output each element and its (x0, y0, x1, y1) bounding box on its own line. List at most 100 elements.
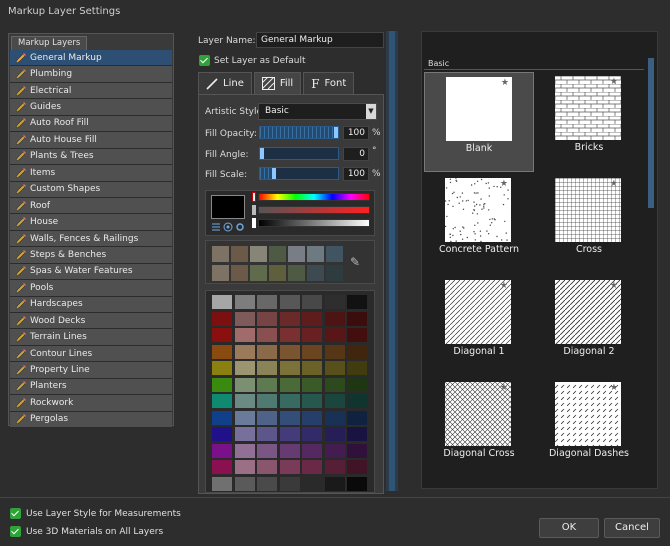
palette-color-swatch[interactable] (279, 328, 300, 342)
palette-color-swatch[interactable] (212, 410, 232, 425)
palette-color-swatch[interactable] (302, 394, 322, 408)
tab-font[interactable]: F Font (303, 72, 355, 94)
pattern-tile[interactable]: ★ Bricks (534, 72, 644, 172)
palette-color-swatch[interactable] (234, 344, 255, 359)
palette-color-swatch[interactable] (212, 311, 232, 326)
pattern-tile[interactable]: ★ Concrete Pattern (424, 174, 534, 274)
recent-color-swatch[interactable] (288, 246, 305, 262)
palette-color-swatch[interactable] (302, 361, 322, 375)
current-color-swatch[interactable] (211, 195, 245, 219)
layer-item[interactable]: Contour Lines (10, 345, 172, 363)
recent-color-swatch[interactable] (307, 246, 324, 262)
palette-color-swatch[interactable] (302, 344, 322, 359)
layer-item[interactable]: Planters (10, 378, 172, 396)
palette-color-swatch[interactable] (212, 328, 232, 342)
favorite-star-icon[interactable]: ★ (610, 281, 618, 291)
recent-color-swatch[interactable] (307, 265, 324, 281)
palette-color-swatch[interactable] (302, 311, 322, 326)
recent-color-swatch[interactable] (250, 246, 267, 262)
palette-color-swatch[interactable] (279, 377, 300, 392)
palette-color-swatch[interactable] (212, 443, 232, 458)
favorite-star-icon[interactable]: ★ (500, 281, 508, 291)
ok-button[interactable]: OK (539, 518, 599, 538)
pattern-tile[interactable]: ★ Diagonal Cross (424, 378, 534, 478)
tab-fill[interactable]: Fill (253, 72, 302, 94)
palette-color-swatch[interactable] (234, 427, 255, 441)
palette-color-swatch[interactable] (234, 311, 255, 326)
palette-color-swatch[interactable] (279, 361, 300, 375)
saturation-slider[interactable] (258, 206, 370, 214)
palette-color-swatch[interactable] (347, 344, 367, 359)
palette-color-swatch[interactable] (302, 377, 322, 392)
layer-item[interactable]: Hardscapes (10, 296, 172, 313)
brightness-handle[interactable] (252, 218, 256, 228)
recent-color-swatch[interactable] (231, 265, 248, 281)
layer-item[interactable]: House (10, 214, 172, 231)
palette-color-swatch[interactable] (257, 328, 277, 342)
palette-color-swatch[interactable] (234, 410, 255, 425)
palette-color-swatch[interactable] (324, 394, 345, 408)
palette-color-swatch[interactable] (212, 295, 232, 309)
set-default-checkbox[interactable] (199, 55, 210, 66)
layer-item[interactable]: Electrical (10, 82, 172, 100)
palette-color-swatch[interactable] (212, 394, 232, 408)
fill-angle-input[interactable]: 0 (343, 147, 369, 161)
palette-color-swatch[interactable] (324, 476, 345, 491)
palette-color-swatch[interactable] (234, 377, 255, 392)
recent-color-swatch[interactable] (326, 265, 343, 281)
palette-color-swatch[interactable] (212, 460, 232, 474)
palette-color-swatch[interactable] (302, 460, 322, 474)
layer-item[interactable]: Spas & Water Features (10, 263, 172, 281)
hue-slider[interactable] (258, 193, 370, 201)
recent-color-swatch[interactable] (326, 246, 343, 262)
layer-item[interactable]: Auto House Fill (10, 132, 172, 149)
palette-color-swatch[interactable] (324, 344, 345, 359)
palette-color-swatch[interactable] (302, 443, 322, 458)
palette-color-swatch[interactable] (257, 377, 277, 392)
pattern-tile[interactable]: ★ Diagonal 2 (534, 276, 644, 376)
fill-opacity-slider[interactable] (259, 126, 339, 139)
layer-item[interactable]: Pergolas (10, 411, 172, 429)
layer-item[interactable]: Wood Decks (10, 313, 172, 330)
palette-color-swatch[interactable] (279, 394, 300, 408)
layer-item[interactable]: Plumbing (10, 66, 172, 83)
favorite-star-icon[interactable]: ★ (610, 77, 618, 87)
favorite-star-icon[interactable]: ★ (610, 383, 618, 393)
palette-color-swatch[interactable] (279, 311, 300, 326)
fill-angle-slider[interactable] (259, 147, 339, 160)
recent-color-swatch[interactable] (231, 246, 248, 262)
palette-color-swatch[interactable] (279, 443, 300, 458)
fill-opacity-input[interactable]: 100 (343, 126, 369, 140)
recent-color-swatch[interactable] (288, 265, 305, 281)
palette-color-swatch[interactable] (302, 328, 322, 342)
use-layer-style-checkbox[interactable] (10, 508, 21, 519)
palette-color-swatch[interactable] (347, 328, 367, 342)
palette-color-swatch[interactable] (257, 443, 277, 458)
palette-color-swatch[interactable] (257, 295, 277, 309)
palette-color-swatch[interactable] (257, 394, 277, 408)
eyedropper-icon[interactable]: ✎ (350, 255, 366, 271)
palette-color-swatch[interactable] (324, 328, 345, 342)
palette-color-swatch[interactable] (212, 476, 232, 491)
palette-color-swatch[interactable] (302, 410, 322, 425)
palette-color-swatch[interactable] (279, 295, 300, 309)
palette-color-swatch[interactable] (324, 295, 345, 309)
recent-color-swatch[interactable] (269, 265, 286, 281)
palette-color-swatch[interactable] (324, 460, 345, 474)
palette-color-swatch[interactable] (279, 476, 300, 491)
palette-color-swatch[interactable] (347, 410, 367, 425)
palette-color-swatch[interactable] (347, 311, 367, 326)
brightness-slider[interactable] (258, 219, 370, 227)
palette-color-swatch[interactable] (212, 427, 232, 441)
recent-color-swatch[interactable] (250, 265, 267, 281)
favorite-star-icon[interactable]: ★ (500, 179, 508, 189)
layer-item[interactable]: Walls, Fences & Railings (10, 230, 172, 248)
layer-item[interactable]: Items (10, 165, 172, 182)
layer-item[interactable]: Auto Roof Fill (10, 115, 172, 133)
palette-color-swatch[interactable] (347, 295, 367, 309)
palette-color-swatch[interactable] (302, 295, 322, 309)
layer-item[interactable]: Roof (10, 197, 172, 215)
palette-color-swatch[interactable] (257, 361, 277, 375)
palette-color-swatch[interactable] (347, 394, 367, 408)
palette-color-swatch[interactable] (257, 476, 277, 491)
